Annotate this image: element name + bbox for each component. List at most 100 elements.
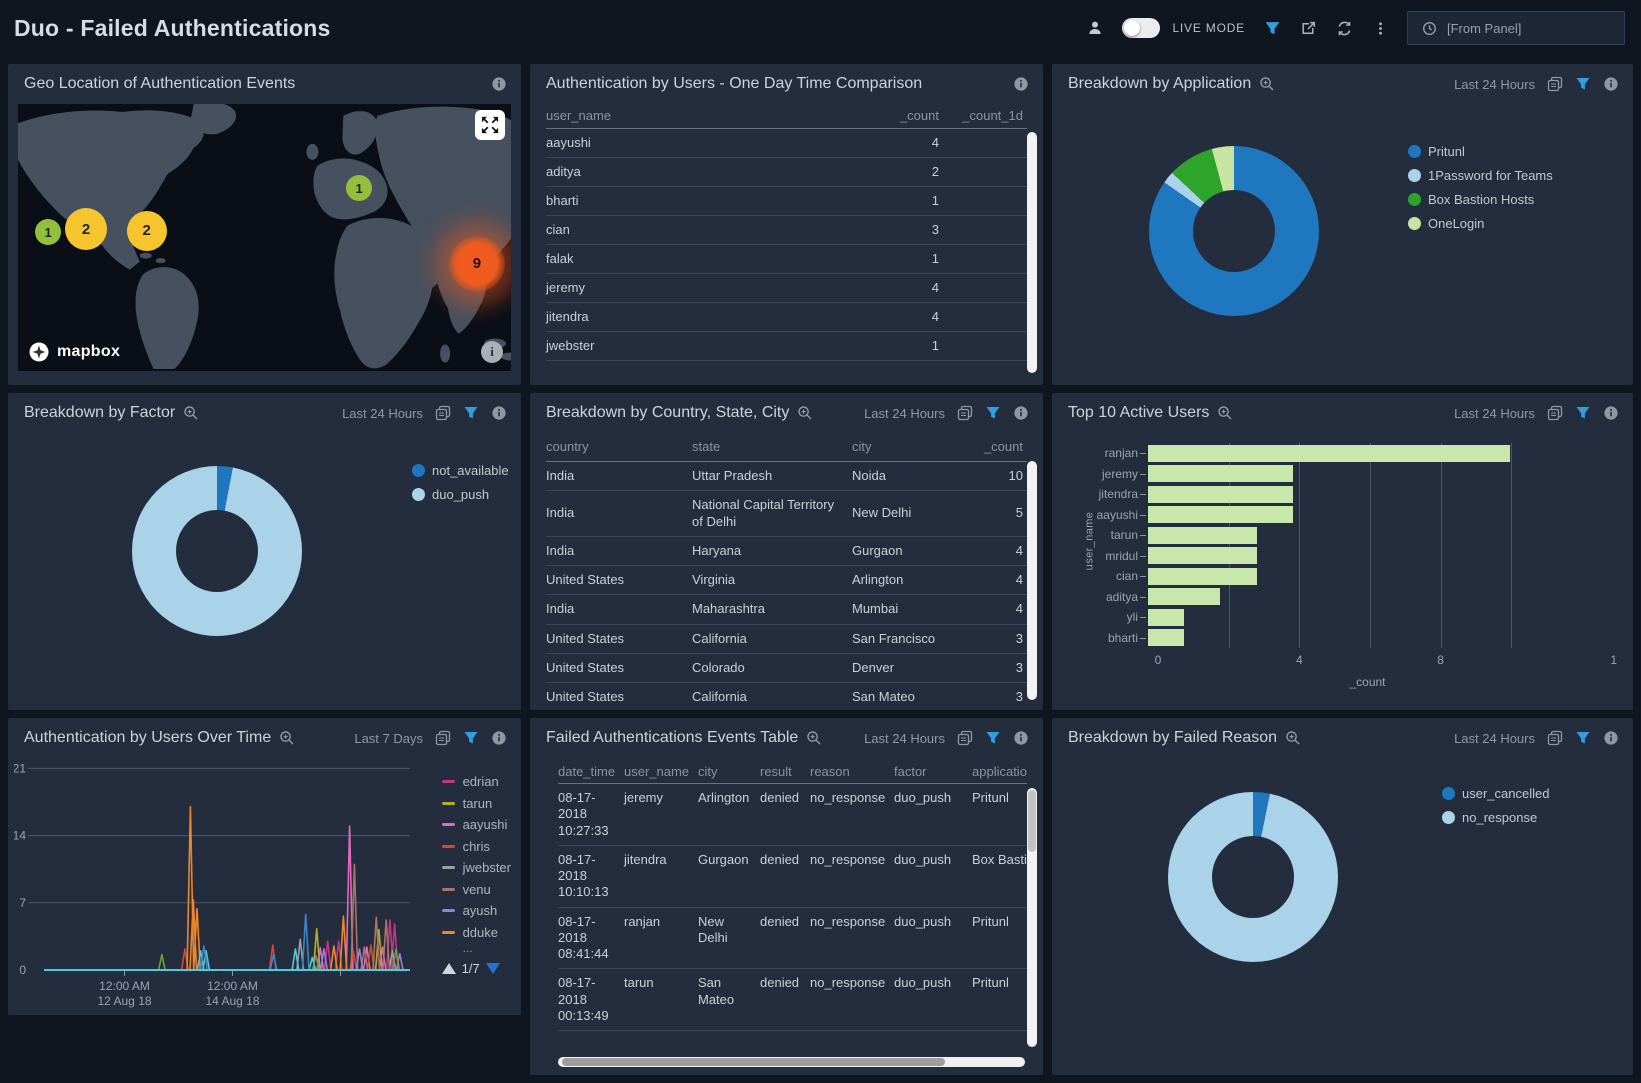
refresh-icon[interactable]: [1335, 19, 1353, 37]
bar[interactable]: [1148, 527, 1257, 544]
failed-reason-donut-chart[interactable]: [1168, 792, 1338, 962]
map-cluster-marker[interactable]: 1: [346, 175, 372, 201]
world-map[interactable]: 12219 mapbox i: [18, 104, 511, 371]
filter-icon[interactable]: [463, 405, 479, 421]
legend-label: Pritunl: [1428, 144, 1465, 159]
info-icon[interactable]: [1603, 405, 1619, 421]
filter-icon[interactable]: [463, 730, 479, 746]
share-icon[interactable]: [1299, 19, 1317, 37]
kebab-menu-icon[interactable]: [1371, 19, 1389, 37]
legend-item[interactable]: jwebster: [442, 860, 511, 875]
filter-icon[interactable]: [985, 730, 1001, 746]
legend-item[interactable]: 1Password for Teams: [1408, 168, 1553, 183]
horizontal-scrollbar[interactable]: [558, 1057, 1025, 1067]
panel-time-range[interactable]: Last 24 Hours: [342, 406, 423, 421]
legend-page-down-icon[interactable]: [486, 963, 500, 974]
column-header: reason: [810, 758, 894, 786]
legend-item[interactable]: Box Bastion Hosts: [1408, 192, 1553, 207]
map-cluster-marker[interactable]: 1: [35, 219, 61, 245]
vertical-scrollbar[interactable]: [1027, 461, 1037, 700]
table-row: 08-17- 2018 10:10:13jitendraGurgaondenie…: [558, 846, 1027, 908]
bar[interactable]: [1148, 629, 1184, 646]
info-icon[interactable]: [491, 730, 507, 746]
info-icon[interactable]: [1013, 76, 1029, 92]
panels-copy-icon[interactable]: [1547, 730, 1563, 746]
zoom-in-icon[interactable]: [1259, 76, 1275, 92]
map-cluster-marker[interactable]: 2: [65, 208, 107, 250]
legend-page-up-icon[interactable]: [442, 963, 456, 974]
panels-copy-icon[interactable]: [435, 405, 451, 421]
legend-item[interactable]: user_cancelled: [1442, 786, 1549, 801]
dashboard-time-range[interactable]: [From Panel]: [1407, 11, 1625, 45]
factor-donut-chart[interactable]: [132, 466, 302, 636]
info-icon[interactable]: [491, 76, 507, 92]
zoom-in-icon[interactable]: [806, 730, 822, 746]
legend-item[interactable]: venu: [442, 882, 511, 897]
legend-item[interactable]: OneLogin: [1408, 216, 1553, 231]
filter-icon[interactable]: [1575, 730, 1591, 746]
map-expand-button[interactable]: [475, 110, 505, 140]
map-cluster-marker[interactable]: 9: [449, 236, 505, 292]
zoom-in-icon[interactable]: [797, 405, 813, 421]
map-cluster-marker[interactable]: 2: [127, 211, 167, 251]
legend-item[interactable]: duo_push: [412, 487, 509, 502]
bar[interactable]: [1148, 568, 1257, 585]
table-cell: 08-17- 2018 10:27:33: [558, 784, 624, 845]
panel-time-range[interactable]: Last 24 Hours: [864, 406, 945, 421]
legend-item[interactable]: Pritunl: [1408, 144, 1553, 159]
bar[interactable]: [1148, 506, 1293, 523]
vertical-scrollbar[interactable]: [1027, 788, 1037, 1047]
bar[interactable]: [1148, 609, 1184, 626]
zoom-in-icon[interactable]: [183, 405, 199, 421]
legend-item[interactable]: ayush: [442, 903, 511, 918]
zoom-in-icon[interactable]: [1285, 730, 1301, 746]
panels-copy-icon[interactable]: [1547, 405, 1563, 421]
vertical-scrollbar[interactable]: [1027, 132, 1037, 373]
panel-time-range[interactable]: Last 7 Days: [354, 731, 423, 746]
legend-item[interactable]: dduke: [442, 925, 511, 940]
bar[interactable]: [1148, 547, 1257, 564]
legend-item[interactable]: edrian: [442, 774, 511, 789]
application-donut-chart[interactable]: [1149, 146, 1319, 316]
panel-title: Breakdown by Country, State, City: [546, 404, 789, 422]
legend-item[interactable]: chris: [442, 839, 511, 854]
filter-icon[interactable]: [1575, 405, 1591, 421]
info-icon[interactable]: [1013, 730, 1029, 746]
legend-item[interactable]: no_response: [1442, 810, 1549, 825]
bar[interactable]: [1148, 588, 1220, 605]
zoom-in-icon[interactable]: [1217, 405, 1233, 421]
info-icon[interactable]: [1603, 730, 1619, 746]
filter-icon[interactable]: [985, 405, 1001, 421]
live-mode-toggle[interactable]: [1122, 18, 1160, 38]
panel-title: Breakdown by Failed Reason: [1068, 729, 1277, 747]
table-cell: Box Bastion H: [972, 846, 1027, 874]
user-icon[interactable]: [1086, 19, 1104, 37]
panels-copy-icon[interactable]: [435, 730, 451, 746]
panel-time-range[interactable]: Last 24 Hours: [1454, 77, 1535, 92]
mapbox-logo[interactable]: mapbox: [28, 341, 120, 363]
legend-item[interactable]: tarun: [442, 796, 511, 811]
bar-track: [1148, 506, 1577, 523]
filter-icon[interactable]: [1263, 19, 1281, 37]
panels-copy-icon[interactable]: [957, 730, 973, 746]
panel-time-range[interactable]: Last 24 Hours: [1454, 406, 1535, 421]
info-icon[interactable]: [1603, 76, 1619, 92]
panel-time-range[interactable]: Last 24 Hours: [1454, 731, 1535, 746]
bar-track: [1148, 629, 1577, 646]
table-cell: India: [546, 595, 692, 623]
panels-copy-icon[interactable]: [1547, 76, 1563, 92]
panel-time-range[interactable]: Last 24 Hours: [864, 731, 945, 746]
info-icon[interactable]: [491, 405, 507, 421]
info-icon[interactable]: [1013, 405, 1029, 421]
bar[interactable]: [1148, 465, 1293, 482]
bar-row: mridul: [1068, 546, 1577, 567]
bar[interactable]: [1148, 445, 1510, 462]
legend-item[interactable]: not_available: [412, 463, 509, 478]
filter-icon[interactable]: [1575, 76, 1591, 92]
zoom-in-icon[interactable]: [279, 730, 295, 746]
time-series-chart[interactable]: 07142112:00 AM12 Aug 1812:00 AM14 Aug 18: [14, 758, 418, 1012]
map-info-button[interactable]: i: [481, 341, 503, 363]
bar[interactable]: [1148, 486, 1293, 503]
panels-copy-icon[interactable]: [957, 405, 973, 421]
legend-item[interactable]: aayushi: [442, 817, 511, 832]
